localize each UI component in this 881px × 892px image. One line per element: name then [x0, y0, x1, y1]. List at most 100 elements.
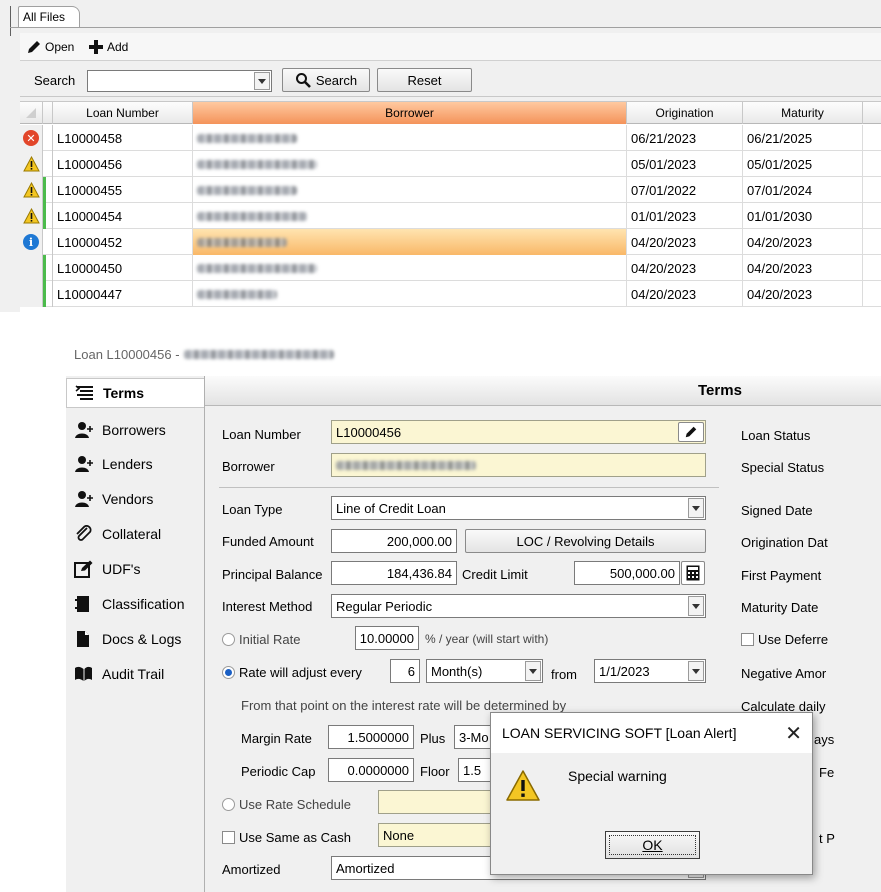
select-all-corner[interactable] — [20, 102, 43, 124]
column-header-borrower[interactable]: Borrower — [193, 102, 627, 124]
cell-text: 06/21/2025 — [747, 130, 813, 146]
search-dropdown-arrow-icon[interactable] — [254, 72, 270, 90]
nav-item-udfs[interactable]: UDF's — [66, 552, 204, 586]
tab-all-files[interactable]: All Files — [18, 6, 80, 28]
row-stripe — [43, 203, 53, 229]
terms-icon — [75, 385, 93, 400]
redacted-borrower-name — [197, 185, 297, 195]
from-label: from — [551, 667, 577, 682]
use-same-as-cash-label: Use Same as Cash — [239, 830, 351, 845]
table-row[interactable]: i L10000452 04/20/2023 04/20/2023 — [20, 229, 881, 255]
same-as-cash-value: None — [383, 827, 415, 843]
use-deferred-checkbox[interactable]: Use Deferre — [741, 632, 828, 647]
from-date-field[interactable]: 1/1/2023 — [594, 659, 706, 683]
redacted-borrower-name — [197, 211, 307, 221]
margin-rate-field[interactable]: 1.5000000 — [328, 725, 414, 749]
rate-unit-dropdown-icon[interactable] — [525, 661, 541, 681]
credit-limit-field[interactable]: 500,000.00 — [574, 561, 680, 585]
magnifier-icon — [295, 73, 311, 88]
nav-item-audit-trail[interactable]: Audit Trail — [66, 657, 204, 691]
table-row[interactable]: L10000455 07/01/2022 07/01/2024 — [20, 177, 881, 203]
loan-list-window: All Files Open Add Search Search Reset L… — [0, 0, 881, 312]
row-status-cell — [20, 177, 43, 203]
row-status-cell: i — [20, 229, 43, 255]
tab-label: All Files — [23, 10, 66, 24]
reset-button[interactable]: Reset — [377, 68, 472, 92]
cell-text: 07/01/2024 — [747, 182, 813, 198]
interest-method-label: Interest Method — [222, 599, 313, 614]
loan-type-select[interactable]: Line of Credit Loan — [331, 496, 706, 520]
principal-balance-field[interactable]: 184,436.84 — [331, 561, 457, 585]
window-edge — [10, 6, 11, 36]
loan-type-dropdown-icon[interactable] — [688, 498, 704, 518]
table-row[interactable]: L10000450 04/20/2023 04/20/2023 — [20, 255, 881, 281]
periodic-cap-field[interactable]: 0.0000000 — [328, 758, 414, 782]
initial-rate-value: 10.00000 — [359, 630, 414, 646]
use-same-as-cash-checkbox[interactable]: Use Same as Cash — [222, 830, 351, 845]
nav-label: UDF's — [102, 561, 141, 577]
table-row[interactable]: L10000454 01/01/2023 01/01/2030 — [20, 203, 881, 229]
search-button[interactable]: Search — [282, 68, 370, 92]
loan-number-field[interactable]: L10000456 — [331, 420, 706, 444]
toolbar: Open Add — [20, 33, 881, 61]
loc-revolving-details-button[interactable]: LOC / Revolving Details — [465, 529, 706, 553]
column-header-origination[interactable]: Origination — [627, 102, 743, 124]
rate-adjust-label: Rate will adjust every — [239, 665, 362, 680]
initial-rate-radio[interactable]: Initial Rate — [222, 632, 300, 647]
add-button[interactable]: Add — [88, 37, 128, 57]
nav-item-docs-logs[interactable]: Docs & Logs — [66, 622, 204, 656]
determined-by-text: From that point on the interest rate wil… — [241, 698, 567, 713]
search-input[interactable] — [87, 70, 272, 92]
borrower-label: Borrower — [222, 459, 275, 474]
rate-adjust-unit-select[interactable]: Month(s) — [426, 659, 543, 683]
floor-label: Floor — [420, 764, 450, 779]
search-bar: Search Search Reset — [20, 63, 881, 97]
cell-maturity: 07/01/2024 — [743, 177, 863, 203]
nav-item-lenders[interactable]: Lenders — [66, 447, 204, 481]
table-row[interactable]: L10000456 05/01/2023 05/01/2025 — [20, 151, 881, 177]
nav-item-classification[interactable]: Classification — [66, 587, 204, 621]
nav-item-terms[interactable]: Terms — [66, 378, 204, 408]
cell-borrower — [193, 281, 627, 307]
interest-method-dropdown-icon[interactable] — [688, 596, 704, 616]
close-icon[interactable]: ✕ — [785, 721, 802, 745]
loan-number-value: L10000456 — [336, 424, 402, 440]
nav-item-vendors[interactable]: Vendors — [66, 482, 204, 516]
nav-item-borrowers[interactable]: Borrowers — [66, 413, 204, 447]
date-dropdown-icon[interactable] — [688, 661, 704, 681]
clipped-label: Fe — [819, 765, 835, 780]
cell-borrower — [193, 151, 627, 177]
initial-rate-field[interactable]: 10.00000 — [355, 626, 419, 650]
funded-amount-field[interactable]: 200,000.00 — [331, 529, 457, 553]
rate-adjust-every-value: 6 — [407, 663, 415, 679]
cell-origination: 04/20/2023 — [627, 229, 743, 255]
redacted-borrower-name — [197, 159, 317, 169]
edit-loan-number-button[interactable] — [678, 422, 704, 442]
calculator-button[interactable] — [681, 561, 705, 585]
rate-adjust-radio[interactable]: Rate will adjust every — [222, 665, 362, 680]
table-row[interactable]: ✕ L10000458 06/21/2023 06/21/2025 — [20, 125, 881, 151]
cell-text: L10000455 — [57, 182, 123, 198]
column-header-maturity[interactable]: Maturity — [743, 102, 863, 124]
margin-rate-value: 1.5000000 — [347, 729, 409, 745]
cell-borrower — [193, 203, 627, 229]
search-button-label: Search — [315, 72, 358, 88]
ok-button[interactable]: OK — [605, 831, 700, 859]
use-rate-schedule-radio[interactable]: Use Rate Schedule — [222, 797, 351, 812]
table-row[interactable]: L10000447 04/20/2023 04/20/2023 — [20, 281, 881, 307]
radio-off-icon — [222, 633, 235, 646]
plus-icon — [89, 40, 103, 54]
row-status-cell — [20, 203, 43, 229]
interest-method-select[interactable]: Regular Periodic — [331, 594, 706, 618]
cell-text: 04/20/2023 — [631, 286, 697, 302]
column-header-loan-number[interactable]: Loan Number — [53, 102, 193, 124]
open-button[interactable]: Open — [26, 37, 74, 57]
row-status-cell — [20, 281, 43, 307]
funded-amount-label: Funded Amount — [222, 534, 314, 549]
side-nav: Terms Borrowers Lenders Vendors Collater… — [66, 376, 204, 892]
borrower-field[interactable] — [331, 453, 706, 477]
nav-item-collateral[interactable]: Collateral — [66, 517, 204, 551]
cell-origination: 04/20/2023 — [627, 281, 743, 307]
rate-adjust-every-field[interactable]: 6 — [390, 659, 420, 683]
cell-origination: 01/01/2023 — [627, 203, 743, 229]
